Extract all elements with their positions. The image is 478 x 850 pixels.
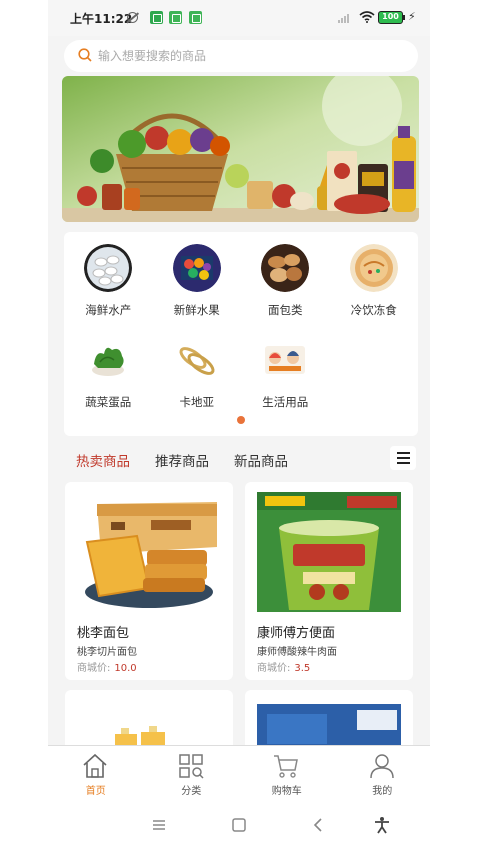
category-vegetables[interactable]: 蔬菜蛋品 [64,334,153,426]
nav-profile[interactable]: 我的 [335,746,431,801]
product-card-partial[interactable] [245,690,413,750]
product-image [257,492,401,612]
battery-icon: 100 [378,11,403,24]
menu-lines-icon[interactable] [150,816,168,834]
page-indicator [64,416,418,424]
product-image [77,492,221,612]
menu-icon[interactable] [390,446,416,470]
app-notification-icon [169,11,182,24]
cart-icon [274,755,298,778]
category-grid: 海鲜水产 新鲜水果 面包类 冷饮冻食 蔬菜蛋品 卡地亚 生活用品 [64,242,418,426]
product-tabs: 热卖商品 推荐商品 新品商品 [48,440,430,476]
search-icon [78,48,92,62]
tab-hot[interactable]: 热卖商品 [76,450,130,470]
category-label: 卡地亚 [179,395,215,409]
category-label: 面包类 [268,303,303,317]
product-card-partial[interactable] [65,690,233,750]
price-row: 商城价: 3.5 [257,659,310,674]
dumplings-icon [84,244,133,292]
signal-icon [338,13,352,23]
user-icon [369,754,394,779]
search-bar[interactable] [64,40,418,72]
vegetable-icon [84,336,133,384]
tab-recommended[interactable]: 推荐商品 [155,450,209,470]
page-dot-active[interactable] [237,416,245,424]
shield-app-icon [150,11,163,24]
category-label: 冷饮冻食 [350,303,397,317]
noodle-bucket-icon [334,194,390,214]
category-daily-goods[interactable]: 生活用品 [241,334,330,426]
price-label: 商城价: [257,663,291,674]
app-notification-icon-2 [189,11,202,24]
nav-label: 我的 [372,786,393,797]
search-input[interactable] [98,40,398,72]
product-name: 康师傅方便面 [257,626,336,641]
system-nav-bar [48,800,430,850]
product-price: 10.0 [114,663,137,674]
home-icon [83,753,107,778]
category-label: 生活用品 [262,395,309,409]
status-time: 上午11:22 [70,12,133,26]
category-bread[interactable]: 面包类 [241,242,330,334]
alarm-off-icon [127,12,138,23]
battery-tip [403,15,405,20]
nav-home[interactable]: 首页 [48,746,144,801]
nav-label: 分类 [181,786,202,797]
category-grid-icon [178,754,204,779]
category-label: 新鲜水果 [173,303,220,317]
nav-cart[interactable]: 购物车 [239,746,335,801]
tab-new[interactable]: 新品商品 [234,450,288,470]
screen: 上午11:22 100 ⚡ 输入想要搜索的商品 海鲜水产 新鲜水果 面包类 冷饮… [0,0,478,850]
category-label: 海鲜水产 [85,303,132,317]
price-row: 商城价: 10.0 [77,659,137,674]
category-panel: 海鲜水产 新鲜水果 面包类 冷饮冻食 蔬菜蛋品 卡地亚 生活用品 [64,232,418,436]
fruit-box-icon [172,244,221,292]
category-seafood[interactable]: 海鲜水产 [64,242,153,334]
accessibility-icon[interactable] [373,816,391,834]
oil-bottle-icon [392,126,416,212]
home-square-icon[interactable] [230,816,248,834]
product-desc: 康师傅酸辣牛肉面 [257,647,337,658]
product-card[interactable]: 桃李面包 桃李切片面包 商城价: 10.0 [65,482,233,680]
nav-category[interactable]: 分类 [144,746,240,801]
nav-label: 购物车 [271,786,302,797]
back-icon[interactable] [310,816,328,834]
charging-icon: ⚡ [408,10,416,23]
product-card[interactable]: 康师傅方便面 康师傅酸辣牛肉面 商城价: 3.5 [245,482,413,680]
status-bar: 上午11:22 100 ⚡ [48,0,430,36]
bread-icon [261,244,310,292]
banner-image [62,76,419,222]
category-cartier[interactable]: 卡地亚 [153,334,242,426]
product-desc: 桃李切片面包 [77,647,137,658]
product-price: 3.5 [294,663,311,674]
category-label: 蔬菜蛋品 [85,395,132,409]
product-image [257,704,401,750]
nav-label: 首页 [85,786,106,797]
bottom-nav: 首页 分类 购物车 我的 [48,745,430,800]
wifi-icon [359,11,375,23]
promo-banner[interactable] [62,76,419,222]
bracelet-icon [172,336,221,384]
daily-goods-icon [261,336,310,384]
category-fruit[interactable]: 新鲜水果 [153,242,242,334]
category-frozen[interactable]: 冷饮冻食 [330,242,419,334]
product-name: 桃李面包 [77,626,130,641]
frozen-food-icon [349,244,398,292]
app-frame: 上午11:22 100 ⚡ 输入想要搜索的商品 海鲜水产 新鲜水果 面包类 冷饮… [48,0,430,850]
price-label: 商城价: [77,663,111,674]
